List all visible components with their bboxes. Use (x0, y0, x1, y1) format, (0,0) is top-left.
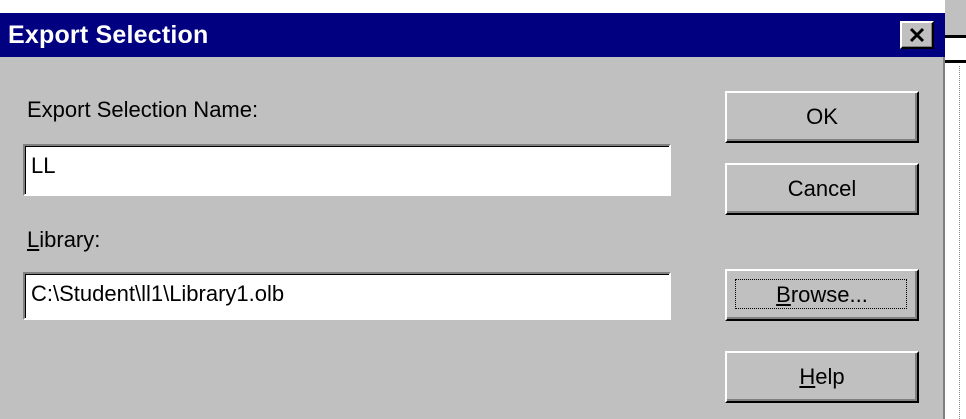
browse-button[interactable]: Browse... (725, 269, 919, 321)
help-label: elp (815, 364, 845, 389)
background-window-rule (945, 60, 966, 63)
export-selection-dialog: Export Selection Export Selection Name: … (0, 13, 945, 419)
export-selection-name-label: Export Selection Name: (27, 97, 259, 122)
library-path-input[interactable]: C:\Student\ll1\Library1.olb (23, 272, 671, 320)
close-icon (909, 27, 925, 43)
dialog-title: Export Selection (8, 21, 209, 49)
help-button[interactable]: Help (725, 351, 919, 403)
background-window-strip (0, 0, 945, 13)
browse-accel: B (776, 282, 791, 307)
title-bar[interactable]: Export Selection (0, 13, 945, 57)
background-window-grid (959, 66, 961, 419)
library-label-accel: L (27, 227, 40, 252)
ok-button[interactable]: OK (725, 91, 919, 143)
close-button[interactable] (900, 21, 934, 49)
library-label: Library: (27, 227, 100, 253)
background-window (945, 0, 966, 419)
browse-label: rowse... (790, 282, 868, 307)
export-selection-name-input[interactable]: LL (23, 144, 671, 196)
background-window-header (945, 0, 966, 38)
cancel-button[interactable]: Cancel (725, 163, 919, 215)
help-accel: H (799, 364, 816, 389)
library-label-text: ibrary: (39, 227, 101, 252)
